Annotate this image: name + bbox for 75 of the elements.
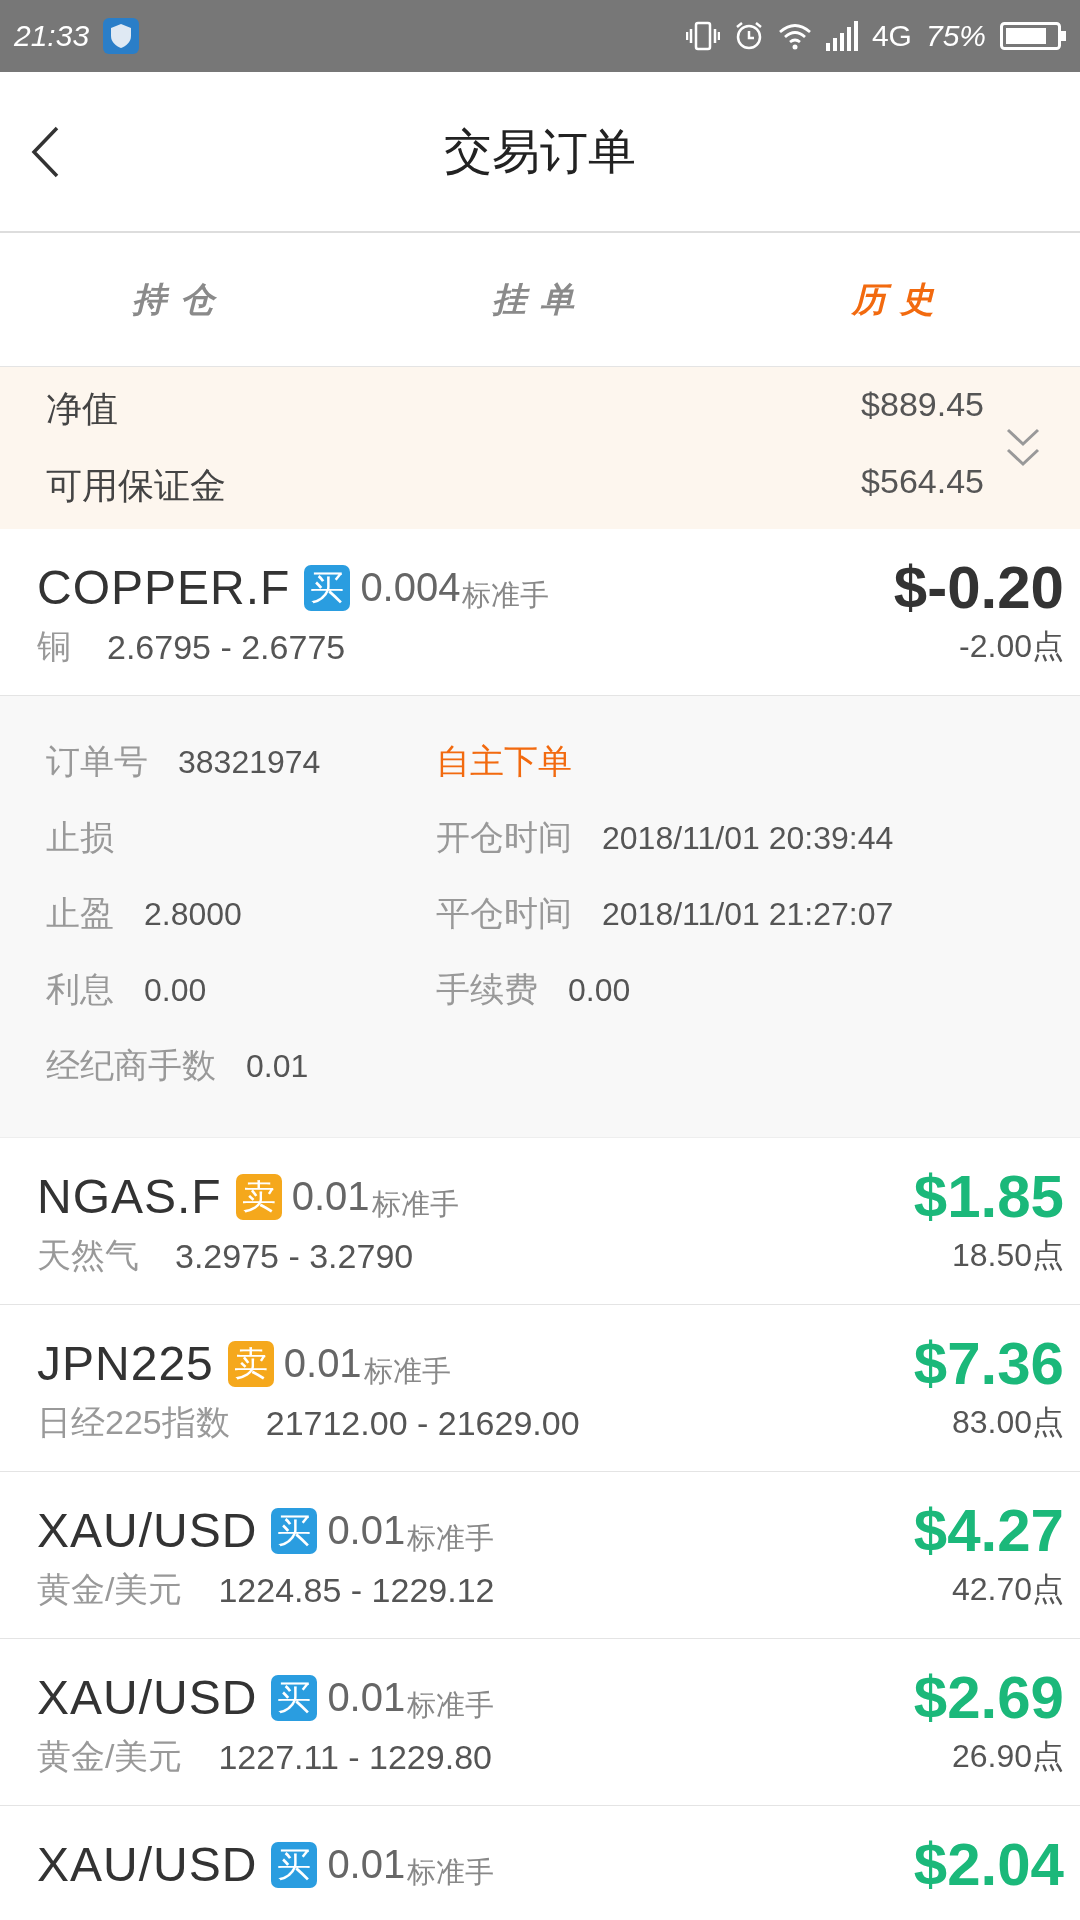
vibrate-icon <box>685 21 720 51</box>
page-title: 交易订单 <box>444 123 636 180</box>
network-type: 4G <box>871 19 912 53</box>
battery-icon <box>1000 22 1066 50</box>
detail-value: 2.8000 <box>144 895 242 933</box>
lot-unit: 标准手 <box>462 578 550 613</box>
clock-time: 21:33 <box>14 19 90 53</box>
instrument-name: 天然气 <box>37 1235 139 1276</box>
points-change: 83.00点 <box>951 1403 1064 1442</box>
lot-unit: 标准手 <box>363 1354 451 1389</box>
detail-label: 平仓时间 <box>436 893 572 934</box>
detail-value: 2018/11/01 21:27:07 <box>602 895 894 933</box>
profit-amount: $4.27 <box>913 1496 1064 1565</box>
wifi-icon <box>777 22 812 50</box>
lot-size: 0.004 <box>360 565 461 610</box>
lot-size: 0.01 <box>327 1842 406 1887</box>
order-symbol: JPN225 <box>37 1336 214 1391</box>
detail-label: 止损 <box>46 817 114 858</box>
side-badge: 买 <box>304 564 351 611</box>
points-change: 42.70点 <box>951 1570 1064 1609</box>
lot-unit: 标准手 <box>407 1688 495 1723</box>
detail-label: 手续费 <box>436 969 538 1010</box>
price-range: 1227.11 - 1229.80 <box>218 1737 492 1777</box>
detail-value: 0.00 <box>568 971 631 1009</box>
instrument-name: 黄金/美元 <box>37 1736 183 1777</box>
detail-value: 0.01 <box>246 1047 309 1085</box>
points-change: -2.00点 <box>959 627 1064 666</box>
lot-unit: 标准手 <box>371 1187 459 1222</box>
price-range: 1224.85 - 1229.12 <box>218 1570 495 1610</box>
profit-amount: $2.04 <box>913 1830 1064 1899</box>
order-symbol: XAU/USD <box>37 1670 258 1725</box>
expand-icon[interactable] <box>1006 428 1040 468</box>
instrument-name: 黄金/美元 <box>37 1569 183 1610</box>
order-symbol: XAU/USD <box>37 1503 258 1558</box>
summary-value: $564.45 <box>861 462 984 502</box>
order-symbol: XAU/USD <box>37 1837 258 1892</box>
side-badge: 卖 <box>235 1173 282 1220</box>
side-badge: 买 <box>271 1674 318 1721</box>
instrument-name: 日经225指数 <box>37 1402 230 1443</box>
detail-value: 38321974 <box>178 743 321 781</box>
side-badge: 卖 <box>227 1340 274 1387</box>
shield-icon <box>103 18 140 54</box>
lot-size: 0.01 <box>291 1174 370 1219</box>
lot-size: 0.01 <box>327 1508 406 1553</box>
price-range: 3.2975 - 3.2790 <box>175 1236 414 1276</box>
signal-icon <box>825 21 858 51</box>
side-badge: 买 <box>271 1841 318 1888</box>
lot-unit: 标准手 <box>407 1521 495 1556</box>
detail-label: 订单号 <box>46 741 148 782</box>
profit-amount: $7.36 <box>913 1329 1064 1398</box>
detail-label: 利息 <box>46 969 114 1010</box>
detail-value: 0.00 <box>144 971 207 1009</box>
order-symbol: NGAS.F <box>37 1169 222 1224</box>
detail-label: 止盈 <box>46 893 114 934</box>
price-range: 21712.00 - 21629.00 <box>265 1403 580 1443</box>
profit-amount: $-0.20 <box>893 553 1064 622</box>
summary-label: 净值 <box>46 387 118 431</box>
lot-size: 0.01 <box>283 1341 362 1386</box>
instrument-name: 铜 <box>37 626 71 667</box>
profit-amount: $1.85 <box>913 1162 1064 1231</box>
detail-label: 经纪商手数 <box>46 1045 216 1086</box>
detail-value: 2018/11/01 20:39:44 <box>602 819 894 857</box>
side-badge: 买 <box>271 1507 318 1554</box>
lot-unit: 标准手 <box>407 1855 495 1890</box>
order-source-tag: 自主下单 <box>436 739 572 785</box>
price-range: 2.6795 - 2.6775 <box>107 627 346 667</box>
order-symbol: COPPER.F <box>37 560 291 615</box>
summary-value: $889.45 <box>861 385 984 425</box>
detail-label: 开仓时间 <box>436 817 572 858</box>
points-change: 26.90点 <box>951 1737 1064 1776</box>
summary-label: 可用保证金 <box>46 464 226 508</box>
battery-percent: 75% <box>925 19 986 53</box>
points-change: 18.50点 <box>951 1236 1064 1275</box>
profit-amount: $2.69 <box>913 1663 1064 1732</box>
lot-size: 0.01 <box>327 1675 406 1720</box>
